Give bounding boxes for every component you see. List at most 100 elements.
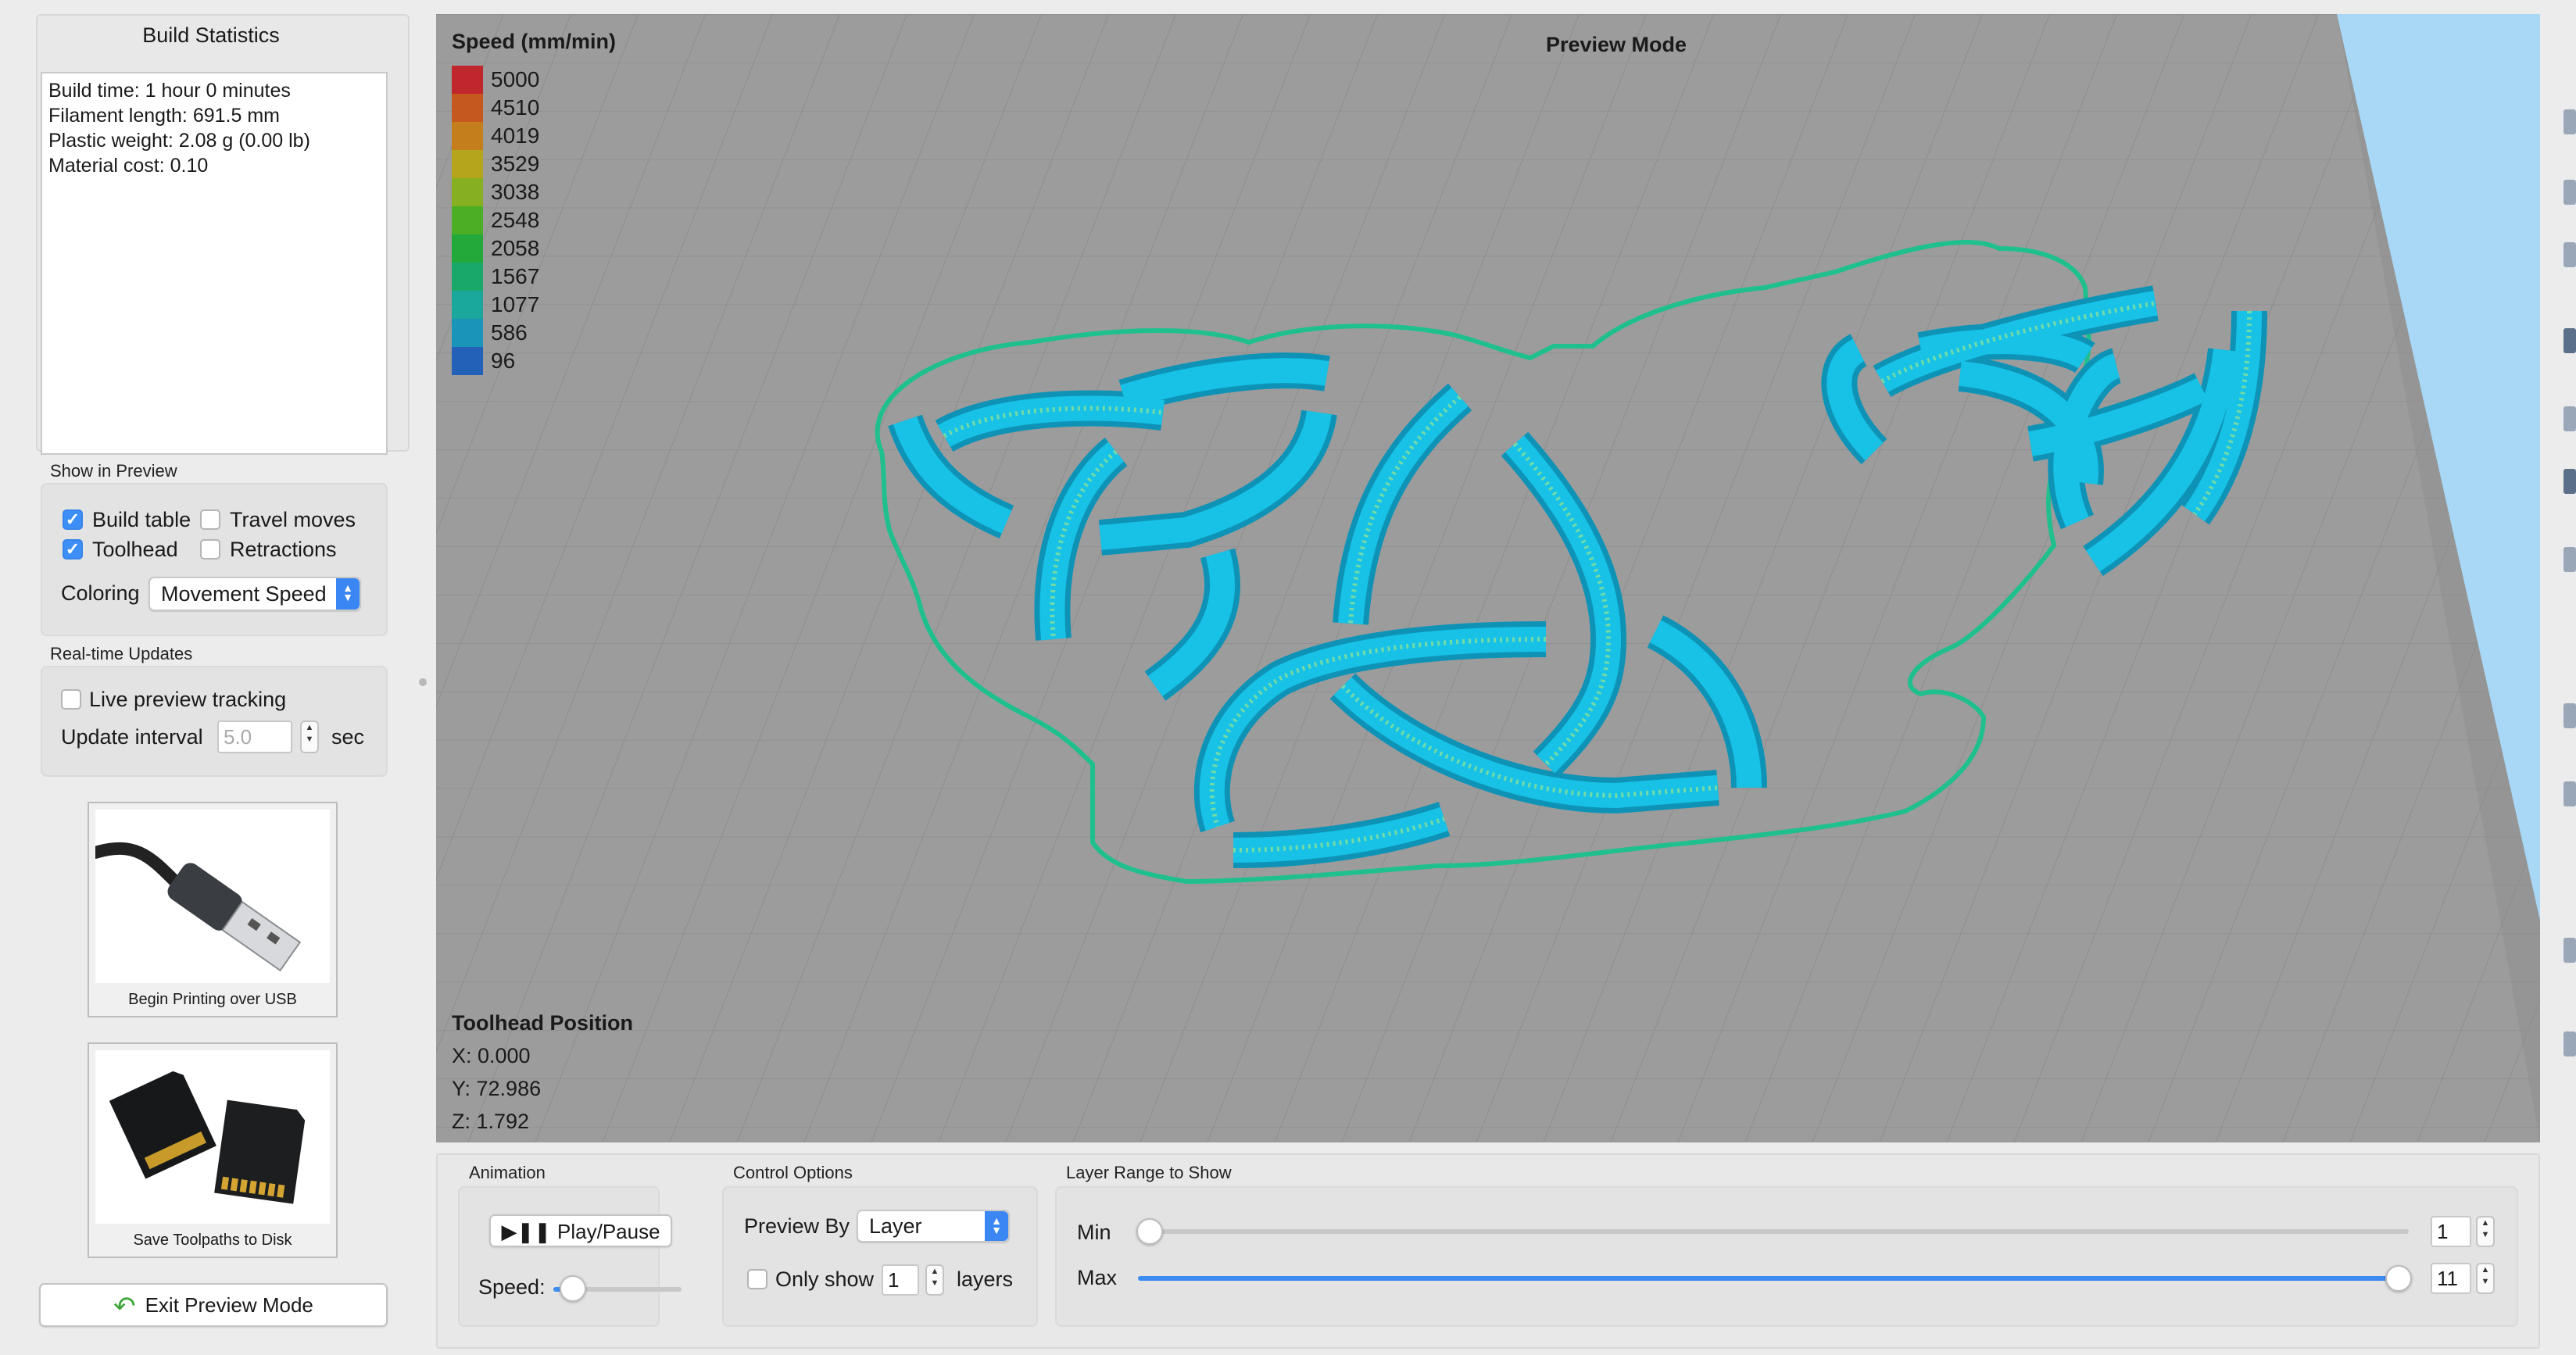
toolhead-position-title: Toolhead Position: [452, 1011, 633, 1035]
right-toolbar: [2540, 0, 2576, 1355]
sd-card-image: [95, 1050, 330, 1224]
layer-min-label: Min: [1077, 1221, 1111, 1244]
tool-icon[interactable]: [2563, 547, 2576, 572]
control-options-label: Control Options: [733, 1163, 853, 1182]
update-interval-label: Update interval: [61, 725, 203, 749]
legend-value: 3529: [491, 152, 540, 176]
panel-splitter-handle[interactable]: [419, 678, 427, 686]
realtime-updates-label: Real-time Updates: [50, 644, 193, 663]
layer-max-label: Max: [1077, 1266, 1118, 1289]
tool-icon[interactable]: [2563, 703, 2576, 728]
legend-swatch: [452, 66, 483, 94]
travel-moves-checkbox[interactable]: [200, 509, 220, 530]
legend-swatch: [452, 291, 483, 319]
legend-swatch: [452, 347, 483, 375]
exit-preview-mode-label: Exit Preview Mode: [145, 1293, 313, 1317]
tool-icon[interactable]: [2563, 938, 2576, 963]
legend-value: 1077: [491, 292, 540, 316]
layer-min-input[interactable]: 1: [2431, 1216, 2471, 1247]
legend-value: 1567: [491, 264, 540, 288]
build-statistics-title: Build Statistics: [142, 23, 280, 47]
layers-label: layers: [957, 1267, 1014, 1291]
chevron-updown-icon: ▲ ▼: [336, 578, 360, 610]
update-interval-stepper[interactable]: ▲ ▼: [300, 720, 319, 753]
save-toolpaths-button[interactable]: Save Toolpaths to Disk: [88, 1042, 338, 1258]
layer-max-input[interactable]: 11: [2431, 1263, 2471, 1294]
exit-preview-mode-button[interactable]: ↶ Exit Preview Mode: [39, 1283, 388, 1327]
animation-label: Animation: [469, 1163, 546, 1182]
layer-min-value: 1: [2437, 1220, 2449, 1243]
only-show-checkbox[interactable]: [747, 1269, 767, 1289]
only-show-input[interactable]: 1: [882, 1264, 919, 1296]
speed-slider-knob[interactable]: [559, 1275, 586, 1302]
stat-plastic-weight: Plastic weight: 2.08 g (0.00 lb): [48, 130, 310, 152]
legend-swatch: [452, 150, 483, 178]
toolhead-x: X: 0.000: [452, 1044, 531, 1067]
layer-max-stepper[interactable]: ▲ ▼: [2476, 1263, 2495, 1294]
live-preview-tracking-label: Live preview tracking: [89, 688, 287, 711]
legend-value: 3038: [491, 180, 540, 204]
preview-viewport[interactable]: Speed (mm/min) 5000 4510 4019 3529 3038 2548 2…: [436, 14, 2540, 1142]
tool-icon[interactable]: [2563, 109, 2576, 134]
build-table-checkbox[interactable]: [63, 509, 83, 530]
legend-swatch: [452, 122, 483, 150]
tool-icon[interactable]: [2563, 328, 2576, 353]
speed-legend-title: Speed (mm/min): [452, 30, 617, 53]
preview-mode-title: Preview Mode: [1545, 33, 1687, 56]
legend-value: 2548: [491, 208, 540, 232]
only-show-label: Only show: [775, 1267, 875, 1291]
legend-swatch: [452, 263, 483, 291]
toolhead-checkbox[interactable]: [63, 539, 83, 560]
tool-icon[interactable]: [2563, 469, 2576, 494]
tool-icon[interactable]: [2563, 180, 2576, 205]
undo-arrow-icon: ↶: [113, 1292, 136, 1322]
live-preview-tracking-checkbox[interactable]: [61, 689, 81, 710]
legend-value: 2058: [491, 236, 540, 260]
speed-label: Speed:: [478, 1275, 546, 1299]
only-show-stepper[interactable]: ▲ ▼: [925, 1264, 944, 1296]
preview-by-value: Layer: [869, 1214, 922, 1238]
layer-min-stepper[interactable]: ▲ ▼: [2476, 1216, 2495, 1247]
toolhead-label: Toolhead: [92, 538, 178, 561]
coloring-label: Coloring: [61, 581, 140, 605]
play-pause-button[interactable]: ▶❚❚ Play/Pause: [489, 1214, 672, 1247]
update-interval-placeholder: 5.0: [224, 725, 252, 749]
toolhead-y: Y: 72.986: [452, 1077, 542, 1100]
animation-group: [458, 1186, 660, 1327]
legend-value: 4019: [491, 123, 540, 148]
retractions-label: Retractions: [230, 538, 337, 561]
play-pause-label: Play/Pause: [557, 1220, 660, 1243]
begin-printing-usb-button[interactable]: Begin Printing over USB: [88, 802, 338, 1017]
layer-min-slider-knob[interactable]: [1136, 1218, 1163, 1245]
toolhead-position: Toolhead Position X: 0.000 Y: 72.986 Z: …: [452, 1006, 633, 1138]
only-show-value: 1: [888, 1268, 900, 1292]
tool-icon[interactable]: [2563, 242, 2576, 267]
tool-icon[interactable]: [2563, 1031, 2576, 1056]
travel-moves-label: Travel moves: [230, 508, 356, 531]
disk-caption: Save Toolpaths to Disk: [133, 1232, 292, 1249]
build-statistics-text: Build time: 1 hour 0 minutes Filament le…: [41, 72, 388, 455]
usb-caption: Begin Printing over USB: [128, 991, 297, 1008]
layer-max-slider-knob[interactable]: [2385, 1265, 2412, 1292]
tool-icon[interactable]: [2563, 406, 2576, 431]
layer-min-track: [1149, 1229, 2409, 1234]
preview-by-select[interactable]: Layer ▲ ▼: [857, 1210, 1010, 1242]
layer-max-track: [1138, 1276, 2398, 1281]
tool-icon[interactable]: [2563, 781, 2576, 806]
legend-value: 5000: [491, 67, 540, 91]
show-in-preview-label: Show in Preview: [50, 461, 177, 481]
legend-swatch: [452, 234, 483, 263]
play-pause-icon: ▶❚❚: [501, 1220, 552, 1243]
stat-build-time: Build time: 1 hour 0 minutes: [48, 80, 291, 102]
legend-value: 96: [491, 349, 516, 373]
toolhead-z: Z: 1.792: [452, 1110, 530, 1133]
coloring-select[interactable]: Movement Speed ▲ ▼: [148, 577, 361, 611]
update-interval-input[interactable]: 5.0: [217, 720, 292, 753]
coloring-select-value: Movement Speed: [161, 582, 327, 606]
retractions-checkbox[interactable]: [200, 539, 220, 560]
animation-speed-slider[interactable]: [553, 1275, 682, 1302]
preview-by-label: Preview By: [744, 1214, 850, 1238]
legend-swatch: [452, 319, 483, 347]
realtime-updates-group: [41, 666, 388, 777]
legend-swatch: [452, 178, 483, 206]
